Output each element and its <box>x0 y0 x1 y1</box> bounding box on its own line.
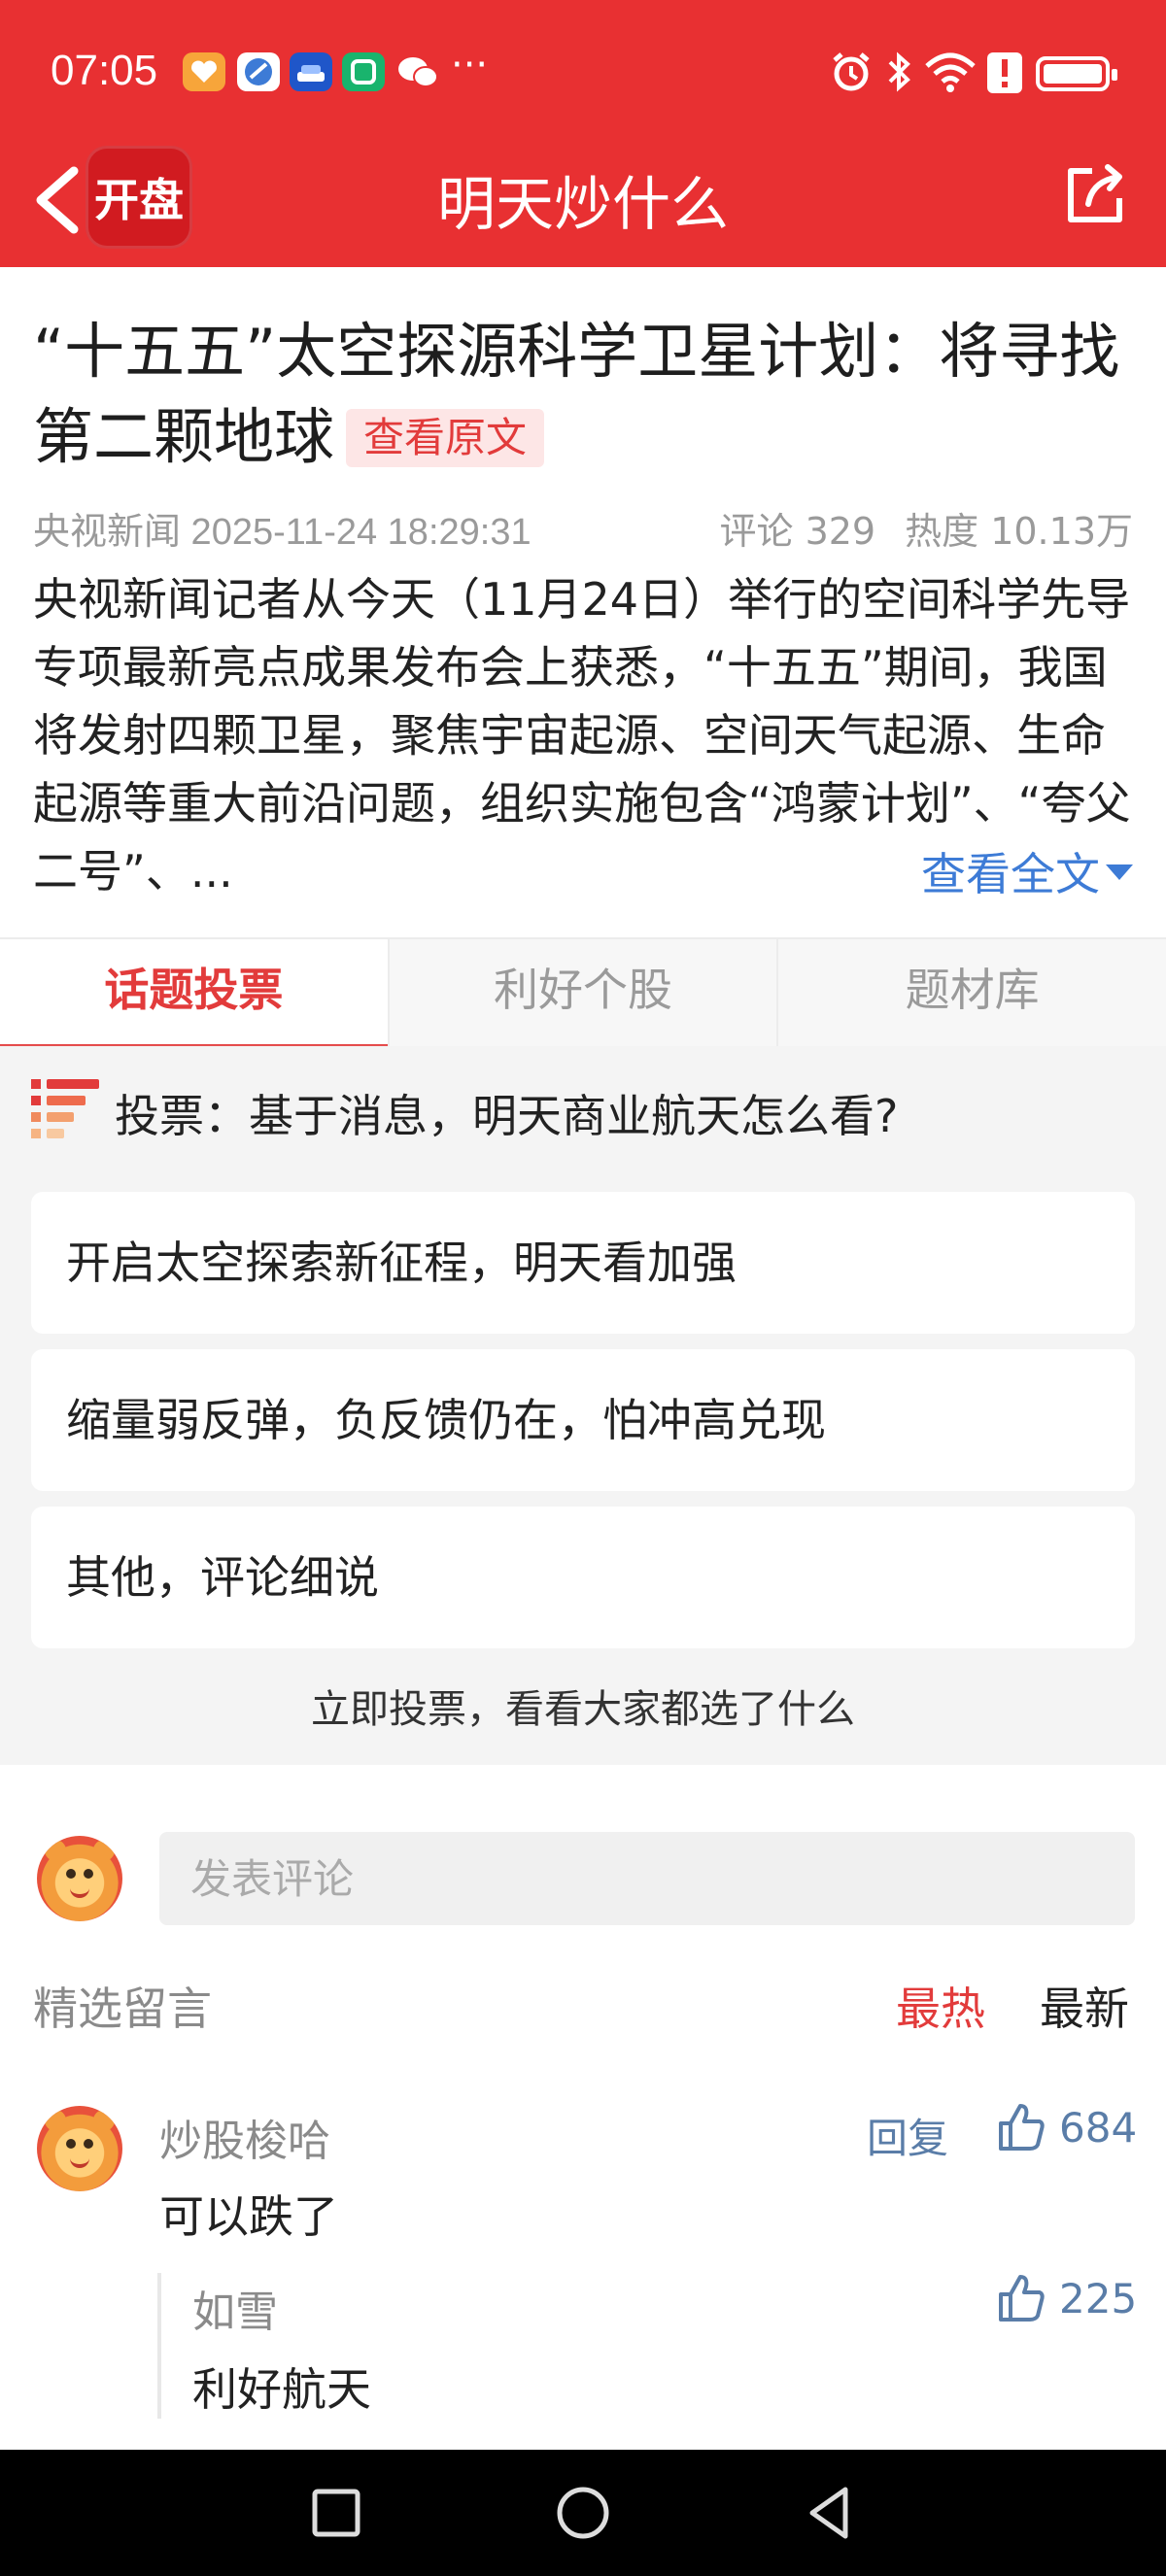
poll-icon <box>31 1079 99 1139</box>
comment-text: 可以跌了 <box>159 2190 338 2243</box>
app-icon-blue <box>237 52 280 91</box>
battery-icon <box>1036 56 1117 91</box>
recent-apps-button[interactable] <box>307 2484 365 2542</box>
section-tabs: 话题投票 利好个股 题材库 <box>0 937 1166 1052</box>
article-title-text: “十五五”太空探源科学卫星计划：将寻找第二颗地球 <box>33 316 1120 472</box>
alert-icon <box>987 52 1022 97</box>
reply-username[interactable]: 如雪 <box>192 2277 278 2339</box>
app-header: 07:05 ··· 开盘 明天炒什么 <box>0 0 1166 267</box>
article-source-time: 央视新闻 2025-11-24 18:29:31 <box>33 512 532 553</box>
status-time: 07:05 <box>51 47 158 94</box>
bluetooth-icon <box>884 51 913 97</box>
wechat-icon <box>394 52 438 91</box>
vote-panel: 投票：基于消息，明天商业航天怎么看? 开启太空探索新征程，明天看加强 缩量弱反弹… <box>0 1046 1166 1765</box>
vote-option[interactable]: 其他，评论细说 <box>31 1507 1135 1648</box>
vote-option[interactable]: 缩量弱反弹，负反馈仍在，怕冲高兑现 <box>31 1349 1135 1491</box>
vote-question: 投票：基于消息，明天商业航天怎么看? <box>115 1090 899 1142</box>
comment-input[interactable] <box>159 1832 1135 1925</box>
tab-topic-vote[interactable]: 话题投票 <box>0 939 390 1052</box>
avatar[interactable] <box>37 2106 122 2191</box>
more-notifications-icon: ··· <box>451 43 489 87</box>
article-title: “十五五”太空探源科学卫星计划：将寻找第二颗地球 查看原文 <box>33 309 1141 480</box>
back-nav-button[interactable] <box>801 2484 859 2542</box>
alarm-icon <box>830 51 873 97</box>
avatar <box>37 1836 122 1921</box>
article-stats: 评论 329 热度 10.13万 <box>720 501 1134 555</box>
app-icon-green <box>342 52 385 91</box>
thumbs-up-icon <box>999 2275 1045 2322</box>
comment-count: 评论 329 <box>719 510 876 553</box>
vote-option[interactable]: 开启太空探索新征程，明天看加强 <box>31 1192 1135 1334</box>
heat-count: 热度 10.13万 <box>905 510 1133 553</box>
comment-username[interactable]: 炒股梭哈 <box>159 2106 330 2168</box>
reply-text: 利好航天 <box>192 2363 371 2416</box>
reply-button[interactable]: 回复 <box>867 2106 948 2165</box>
home-button[interactable] <box>554 2484 612 2542</box>
car-app-icon <box>290 52 332 91</box>
app-icon-orange <box>183 52 225 91</box>
tab-favorable-stocks[interactable]: 利好个股 <box>389 939 779 1046</box>
like-button[interactable]: 225 <box>997 2273 1137 2323</box>
read-more-label: 查看全文 <box>921 848 1100 900</box>
vote-now-link[interactable]: 立即投票，看看大家都选了什么 <box>0 1678 1166 1734</box>
thumbs-up-icon <box>999 2104 1045 2151</box>
featured-comments-title: 精选留言 <box>33 1983 212 2035</box>
reply-thread-line <box>157 2273 161 2419</box>
like-count: 684 <box>1059 2103 1138 2152</box>
page-title: 明天炒什么 <box>437 171 729 239</box>
caret-down-icon <box>1106 864 1133 880</box>
sort-new-button[interactable]: 最新 <box>1040 1974 1129 2038</box>
read-more-link[interactable]: 查看全文 <box>902 839 1133 903</box>
wifi-icon <box>923 51 977 97</box>
system-navigation-bar <box>0 2450 1166 2576</box>
tab-theme-library[interactable]: 题材库 <box>778 939 1166 1046</box>
share-button[interactable] <box>1063 163 1127 227</box>
sort-hot-button[interactable]: 最热 <box>896 1974 985 2038</box>
status-bar: 07:05 ··· <box>0 0 1166 146</box>
like-button[interactable]: 684 <box>997 2102 1137 2152</box>
like-count: 225 <box>1059 2274 1138 2322</box>
view-original-button[interactable]: 查看原文 <box>346 409 545 467</box>
